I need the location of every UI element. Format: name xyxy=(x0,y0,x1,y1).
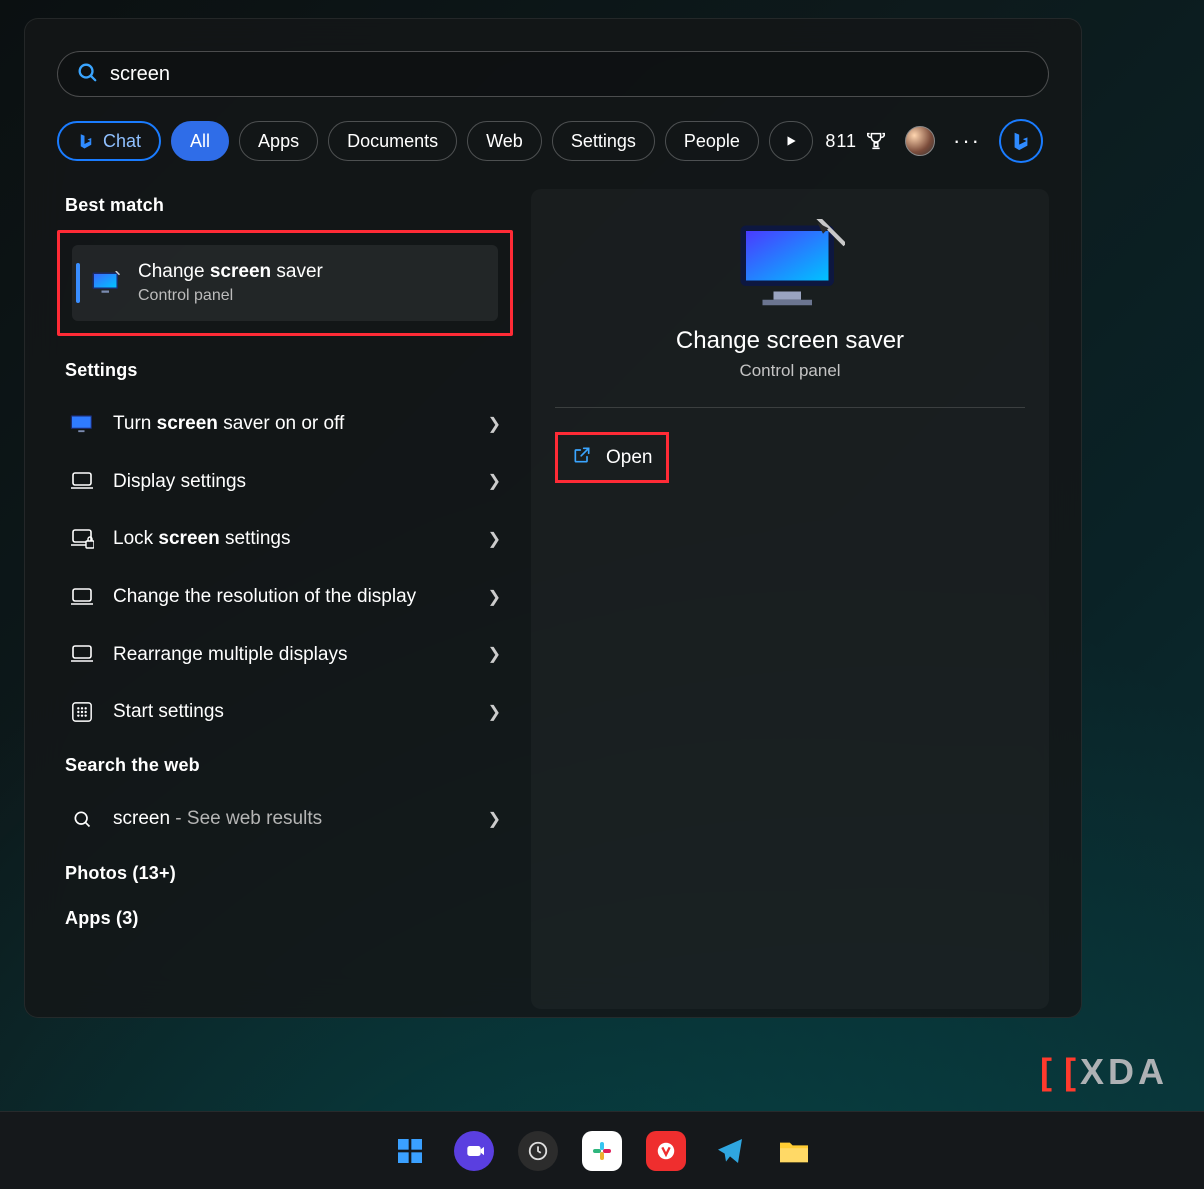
taskbar-explorer[interactable] xyxy=(774,1131,814,1171)
settings-item-display[interactable]: Display settings ❯ xyxy=(57,453,513,511)
chevron-right-icon: ❯ xyxy=(488,644,501,664)
best-match-item[interactable]: Change screen saver Control panel xyxy=(72,245,498,321)
search-icon xyxy=(69,809,95,829)
open-label: Open xyxy=(606,447,652,469)
filter-apps[interactable]: Apps xyxy=(239,121,318,161)
taskbar-teams[interactable] xyxy=(454,1131,494,1171)
user-avatar[interactable] xyxy=(905,126,935,156)
settings-item-resolution[interactable]: Change the resolution of the display ❯ xyxy=(57,568,513,626)
filter-web[interactable]: Web xyxy=(467,121,542,161)
monitor-icon xyxy=(69,414,95,434)
open-button[interactable]: Open xyxy=(555,432,669,483)
taskbar-vivaldi[interactable] xyxy=(646,1131,686,1171)
watermark: [] XDA xyxy=(1040,1051,1168,1093)
filter-settings[interactable]: Settings xyxy=(552,121,655,161)
settings-item-screensaver-toggle[interactable]: Turn screen saver on or off ❯ xyxy=(57,395,513,453)
filter-documents[interactable]: Documents xyxy=(328,121,457,161)
preview-title: Change screen saver xyxy=(676,327,904,355)
chevron-right-icon: ❯ xyxy=(488,471,501,491)
filter-row: Chat All Apps Documents Web Settings Peo… xyxy=(57,119,1049,163)
monitor-large-icon xyxy=(735,219,845,309)
settings-item-lockscreen[interactable]: Lock screen settings ❯ xyxy=(57,510,513,568)
filter-chat-label: Chat xyxy=(103,131,141,152)
bing-icon xyxy=(1010,130,1032,152)
best-match-subtitle: Control panel xyxy=(138,287,323,305)
filter-more[interactable] xyxy=(769,121,813,161)
filter-people[interactable]: People xyxy=(665,121,759,161)
bing-icon xyxy=(77,132,95,150)
laptop-lock-icon xyxy=(69,529,95,549)
search-panel: Chat All Apps Documents Web Settings Peo… xyxy=(24,18,1082,1018)
monitor-icon xyxy=(90,271,122,295)
taskbar-slack[interactable] xyxy=(582,1131,622,1171)
apps-header[interactable]: Apps (3) xyxy=(65,908,513,929)
chevron-right-icon: ❯ xyxy=(488,414,501,434)
settings-header: Settings xyxy=(65,360,513,381)
more-icon[interactable]: ··· xyxy=(953,128,981,154)
taskbar xyxy=(0,1111,1204,1189)
preview-subtitle: Control panel xyxy=(739,361,840,381)
chevron-right-icon: ❯ xyxy=(488,809,501,829)
best-match-title: Change screen saver xyxy=(138,261,323,283)
laptop-icon xyxy=(69,588,95,606)
rewards-points[interactable]: 811 xyxy=(825,130,887,152)
filter-chat[interactable]: Chat xyxy=(57,121,161,161)
open-external-icon xyxy=(572,445,592,470)
web-header: Search the web xyxy=(65,755,513,776)
settings-item-start[interactable]: Start settings ❯ xyxy=(57,683,513,741)
taskbar-clock[interactable] xyxy=(518,1131,558,1171)
best-match-header: Best match xyxy=(65,195,513,216)
chevron-right-icon: ❯ xyxy=(488,702,501,722)
photos-header[interactable]: Photos (13+) xyxy=(65,863,513,884)
search-box[interactable] xyxy=(57,51,1049,97)
web-search-item[interactable]: screen - See web results ❯ xyxy=(57,790,513,848)
filter-all[interactable]: All xyxy=(171,121,229,161)
chevron-right-icon: ❯ xyxy=(488,587,501,607)
annotation-best-match: Change screen saver Control panel xyxy=(57,230,513,336)
search-icon xyxy=(76,61,98,88)
taskbar-telegram[interactable] xyxy=(710,1131,750,1171)
trophy-icon xyxy=(865,130,887,152)
grid-icon xyxy=(69,701,95,723)
taskbar-start[interactable] xyxy=(390,1131,430,1171)
play-icon xyxy=(784,134,798,148)
preview-pane: Change screen saver Control panel Open xyxy=(531,189,1049,1009)
bing-chat-button[interactable] xyxy=(999,119,1043,163)
search-input[interactable] xyxy=(110,63,1030,86)
laptop-icon xyxy=(69,472,95,490)
laptop-icon xyxy=(69,645,95,663)
settings-item-rearrange[interactable]: Rearrange multiple displays ❯ xyxy=(57,626,513,684)
chevron-right-icon: ❯ xyxy=(488,529,501,549)
